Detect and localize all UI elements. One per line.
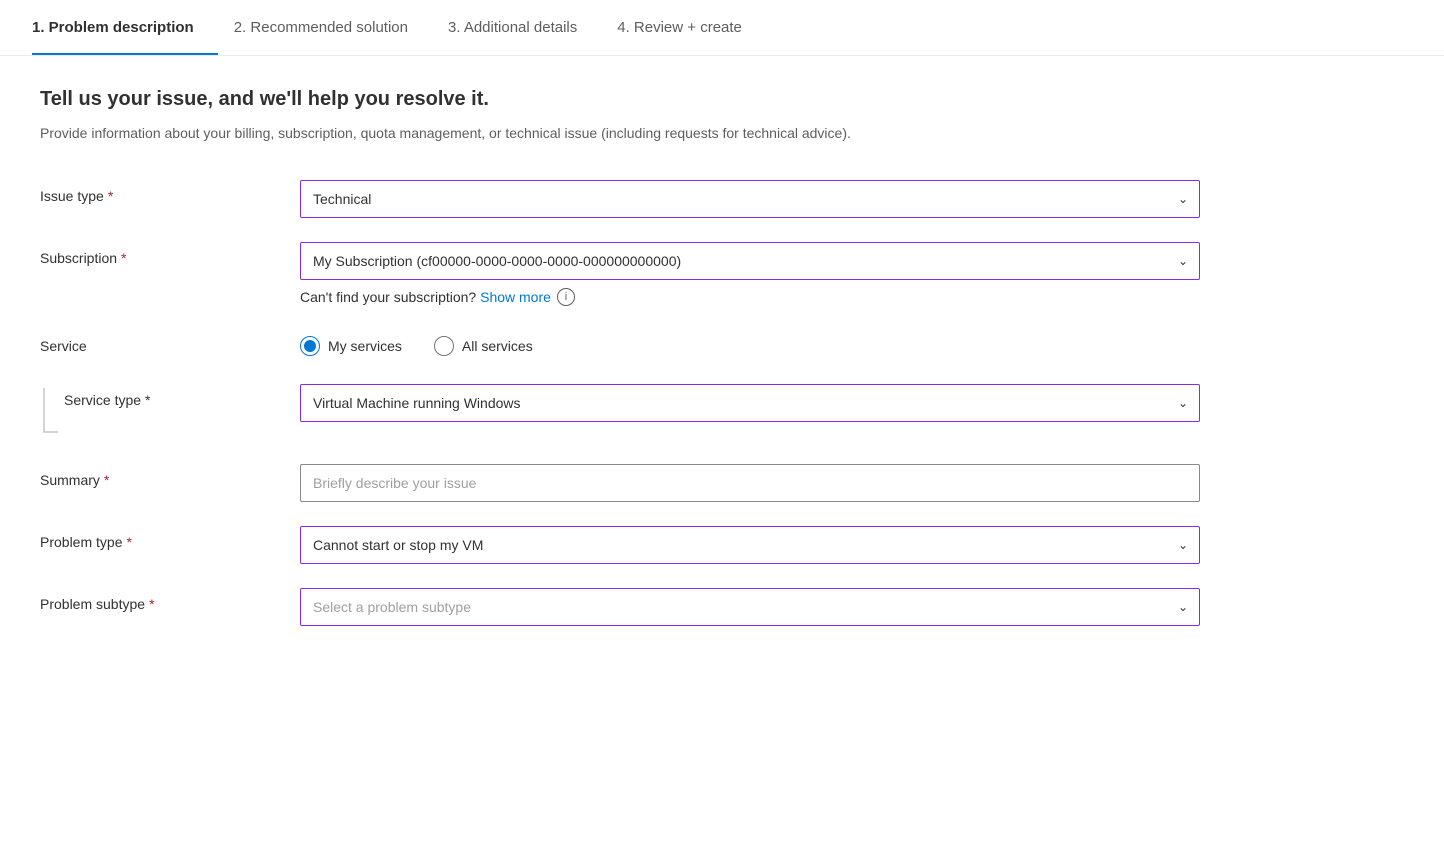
problem-type-field: Cannot start or stop my VM ⌄ (300, 526, 1200, 564)
subscription-select-wrapper: My Subscription (cf00000-0000-0000-0000-… (300, 242, 1200, 280)
subscription-row: Subscription * My Subscription (cf00000-… (40, 242, 1360, 306)
issue-type-select[interactable]: Technical Billing Subscription managemen… (300, 180, 1200, 218)
required-marker: * (108, 188, 113, 204)
issue-type-select-wrapper: Technical Billing Subscription managemen… (300, 180, 1200, 218)
service-type-label-wrapper: Service type * (40, 384, 300, 440)
required-marker-svc: * (145, 392, 150, 408)
page-title: Tell us your issue, and we'll help you r… (40, 88, 1360, 111)
required-marker-pt: * (126, 534, 131, 550)
service-radio-group: My services All services (300, 330, 1200, 356)
required-marker-sum: * (104, 472, 109, 488)
service-type-select-wrapper: Virtual Machine running Windows ⌄ (300, 384, 1200, 422)
problem-type-label: Problem type * (40, 526, 300, 550)
summary-field (300, 464, 1200, 502)
page-description: Provide information about your billing, … (40, 123, 940, 144)
main-content: Tell us your issue, and we'll help you r… (0, 56, 1400, 682)
summary-row: Summary * (40, 464, 1360, 502)
my-services-option[interactable]: My services (300, 336, 402, 356)
issue-type-label: Issue type * (40, 180, 300, 204)
required-marker-pst: * (149, 596, 154, 612)
problem-subtype-select-wrapper: Select a problem subtype ⌄ (300, 588, 1200, 626)
subscription-helper: Can't find your subscription? Show more … (300, 288, 1200, 306)
info-icon[interactable]: i (557, 288, 575, 306)
service-type-select[interactable]: Virtual Machine running Windows (300, 384, 1200, 422)
subscription-select[interactable]: My Subscription (cf00000-0000-0000-0000-… (300, 242, 1200, 280)
all-services-radio[interactable] (434, 336, 454, 356)
problem-type-select-wrapper: Cannot start or stop my VM ⌄ (300, 526, 1200, 564)
issue-type-row: Issue type * Technical Billing Subscript… (40, 180, 1360, 218)
required-marker-sub: * (121, 250, 126, 266)
bracket-icon (40, 388, 60, 440)
summary-label: Summary * (40, 464, 300, 488)
my-services-radio[interactable] (300, 336, 320, 356)
all-services-option[interactable]: All services (434, 336, 533, 356)
problem-subtype-select[interactable]: Select a problem subtype (300, 588, 1200, 626)
show-more-link[interactable]: Show more (480, 289, 551, 305)
tab-review-create[interactable]: 4. Review + create (617, 0, 766, 55)
problem-subtype-row: Problem subtype * Select a problem subty… (40, 588, 1360, 626)
tab-problem-description[interactable]: 1. Problem description (32, 0, 218, 55)
tab-recommended-solution[interactable]: 2. Recommended solution (234, 0, 432, 55)
issue-type-field: Technical Billing Subscription managemen… (300, 180, 1200, 218)
problem-type-select[interactable]: Cannot start or stop my VM (300, 526, 1200, 564)
service-label-stack: Service Service type * (40, 330, 300, 440)
subscription-label: Subscription * (40, 242, 300, 266)
wizard-tabs: 1. Problem description 2. Recommended so… (0, 0, 1444, 56)
problem-subtype-label: Problem subtype * (40, 588, 300, 612)
summary-input[interactable] (300, 464, 1200, 502)
service-fields-stack: My services All services Virtual Machine… (300, 330, 1200, 422)
problem-subtype-field: Select a problem subtype ⌄ (300, 588, 1200, 626)
service-main-label: Service (40, 330, 300, 384)
service-row: Service Service type * My services (40, 330, 1360, 440)
service-type-sublabel: Service type * (64, 384, 151, 408)
subscription-field: My Subscription (cf00000-0000-0000-0000-… (300, 242, 1200, 306)
tab-additional-details[interactable]: 3. Additional details (448, 0, 601, 55)
problem-type-row: Problem type * Cannot start or stop my V… (40, 526, 1360, 564)
